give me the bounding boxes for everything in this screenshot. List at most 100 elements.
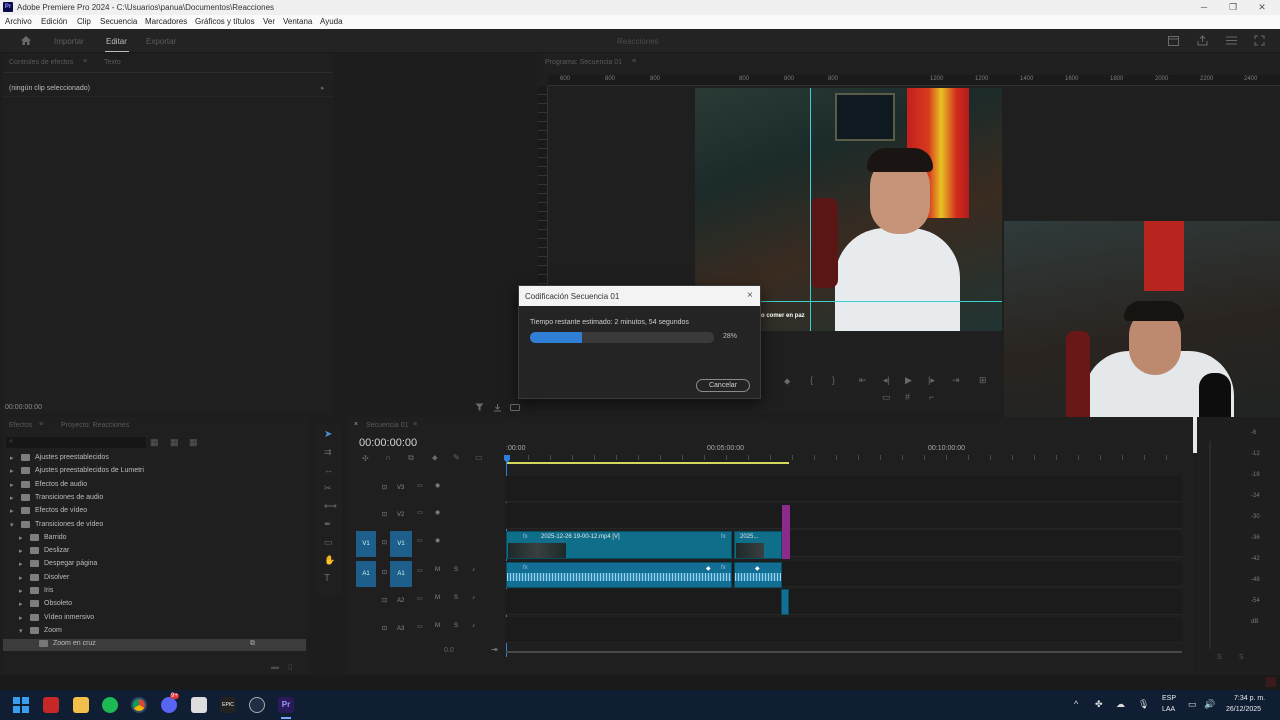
netflix-app-icon[interactable]: [43, 697, 59, 713]
tab-proyecto[interactable]: Proyecto: Reacciones: [61, 422, 129, 429]
filter-icon[interactable]: [475, 403, 484, 412]
timeline-timecode[interactable]: 00:00:00:00: [359, 437, 417, 449]
tab-importar[interactable]: Importar: [54, 37, 84, 46]
layout-icon[interactable]: [1168, 36, 1179, 46]
ripple-edit-icon[interactable]: ↔: [324, 465, 333, 475]
rectangle-tool-icon[interactable]: ▭: [324, 537, 333, 548]
sync-lock-icon[interactable]: ▭: [417, 595, 423, 602]
track-header[interactable]: A2 ⊡ ▭ M S ♪: [348, 589, 504, 615]
cloud-icon[interactable]: ☁: [1116, 699, 1125, 710]
go-to-out-icon[interactable]: ⇥: [952, 375, 960, 386]
tree-item[interactable]: ▾ Zoom: [3, 626, 306, 638]
epic-games-icon[interactable]: EPIC: [220, 697, 236, 713]
toggle-output-icon[interactable]: ◉: [435, 537, 440, 544]
chevron-right-icon[interactable]: ▸: [10, 467, 14, 475]
tree-item[interactable]: ▸ Ajustes preestablecidos de Lumetri: [3, 466, 306, 478]
network-icon[interactable]: ▭: [1188, 699, 1197, 710]
discord-icon[interactable]: [161, 697, 177, 713]
share-icon[interactable]: [1197, 35, 1208, 46]
panel-menu-icon[interactable]: ≡: [83, 58, 87, 65]
minimize-icon[interactable]: ─: [1197, 1, 1211, 13]
delete-icon[interactable]: ▯: [288, 662, 292, 671]
chevron-right-icon[interactable]: ▸: [19, 547, 23, 555]
track-header[interactable]: A1 A1 ⊡ ▭ M S ♪: [348, 561, 504, 587]
tree-item[interactable]: ▸ Vídeo inmersivo: [3, 613, 306, 625]
chevron-right-icon[interactable]: ▸: [10, 507, 14, 515]
accelerated-effects-icon[interactable]: ▦: [150, 437, 159, 448]
guides-icon[interactable]: ⌐: [929, 392, 934, 402]
solo-icon[interactable]: S: [454, 623, 458, 629]
maximize-icon[interactable]: ❐: [1226, 1, 1240, 13]
tab-sequence[interactable]: Secuencia 01: [366, 422, 408, 429]
mute-icon[interactable]: M: [435, 567, 440, 573]
microphone-icon[interactable]: 🎙: [1138, 699, 1149, 710]
track-lane[interactable]: [506, 589, 1182, 615]
panel-menu-icon[interactable]: ≡: [413, 421, 417, 428]
menu-graficos[interactable]: Gráficos y títulos: [195, 17, 255, 26]
cancel-button[interactable]: Cancelar: [696, 379, 750, 392]
close-icon[interactable]: ×: [747, 290, 753, 301]
go-to-end-icon[interactable]: ⇥: [491, 645, 498, 654]
chevron-down-icon[interactable]: ▾: [10, 521, 14, 529]
menu-marcadores[interactable]: Marcadores: [145, 17, 187, 26]
chevron-right-icon[interactable]: ▸: [10, 494, 14, 502]
tree-item[interactable]: ▸ Ajustes preestablecidos: [3, 453, 306, 465]
voice-over-icon[interactable]: ♪: [472, 623, 475, 629]
fx-timecode[interactable]: 00:00:00:00: [5, 404, 42, 411]
chevron-right-icon[interactable]: ▸: [10, 454, 14, 462]
snap-icon[interactable]: ∩: [385, 453, 391, 462]
solo-icon[interactable]: S: [454, 567, 458, 573]
chevron-right-icon[interactable]: ▸: [19, 600, 23, 608]
export-frame-icon[interactable]: [493, 403, 502, 412]
effects-search-input[interactable]: ⌕: [6, 437, 146, 448]
track-lane[interactable]: [506, 503, 1182, 529]
solo-icon[interactable]: S: [1239, 654, 1244, 661]
sync-lock-icon[interactable]: ▭: [417, 509, 423, 516]
sync-lock-icon[interactable]: ▭: [417, 482, 423, 489]
tree-item[interactable]: ▸ Barrido: [3, 533, 306, 545]
volume-icon[interactable]: 🔊: [1204, 699, 1215, 710]
work-area-bar[interactable]: [506, 462, 789, 464]
language-label[interactable]: ESP: [1162, 695, 1176, 702]
grid-icon[interactable]: #: [905, 392, 910, 402]
safe-margins-icon[interactable]: ▭: [882, 392, 891, 403]
tree-item[interactable]: ▸ Transiciones de audio: [3, 493, 306, 505]
selection-tool-icon[interactable]: ➤: [324, 429, 332, 440]
chevron-right-icon[interactable]: ▸: [19, 574, 23, 582]
track-lane[interactable]: [506, 476, 1182, 502]
clock-time[interactable]: 7:34 p. m.: [1234, 695, 1265, 702]
32bit-effects-icon[interactable]: ▦: [170, 437, 179, 448]
new-bin-icon[interactable]: ▬: [271, 662, 279, 671]
linked-selection-icon[interactable]: ⧉: [408, 453, 414, 463]
step-back-icon[interactable]: ◂|: [883, 375, 890, 386]
menu-ayuda[interactable]: Ayuda: [320, 17, 343, 26]
tab-efectos[interactable]: Efectos: [9, 422, 32, 429]
tree-item[interactable]: ▾ Transiciones de vídeo: [3, 520, 306, 532]
nest-icon[interactable]: ✣: [362, 454, 369, 463]
chevron-right-icon[interactable]: ▸: [19, 534, 23, 542]
track-header[interactable]: V3 ⊡ ▭ ◉: [348, 476, 504, 502]
sync-lock-icon[interactable]: ▭: [417, 567, 423, 574]
menu-secuencia[interactable]: Secuencia: [100, 17, 137, 26]
premiere-taskbar-icon[interactable]: Pr: [278, 697, 294, 713]
menu-ver[interactable]: Ver: [263, 17, 275, 26]
video-clip[interactable]: 2025...: [734, 531, 782, 559]
solo-icon[interactable]: S: [454, 595, 458, 601]
chrome-icon[interactable]: [131, 697, 147, 713]
close-tab-icon[interactable]: ×: [354, 421, 358, 428]
loop-icon[interactable]: [510, 403, 520, 412]
lock-track-icon[interactable]: ⊡: [382, 597, 387, 604]
lock-track-icon[interactable]: ⊡: [382, 511, 387, 518]
slip-tool-icon[interactable]: ⟷: [324, 501, 337, 512]
calculator-icon[interactable]: [191, 697, 207, 713]
captions-icon[interactable]: ▭: [475, 453, 483, 462]
mix-value[interactable]: 0.0: [444, 647, 454, 654]
close-icon[interactable]: ✕: [1255, 1, 1269, 13]
mark-out-icon[interactable]: }: [832, 375, 835, 385]
chevron-right-icon[interactable]: ▸: [19, 587, 23, 595]
tab-effect-controls[interactable]: Controles de efectos: [9, 59, 73, 66]
chevron-right-icon[interactable]: ▸: [10, 481, 14, 489]
lock-track-icon[interactable]: ⊡: [382, 625, 387, 632]
mark-in-icon[interactable]: {: [810, 375, 813, 385]
razor-tool-icon[interactable]: ✂: [324, 483, 332, 494]
